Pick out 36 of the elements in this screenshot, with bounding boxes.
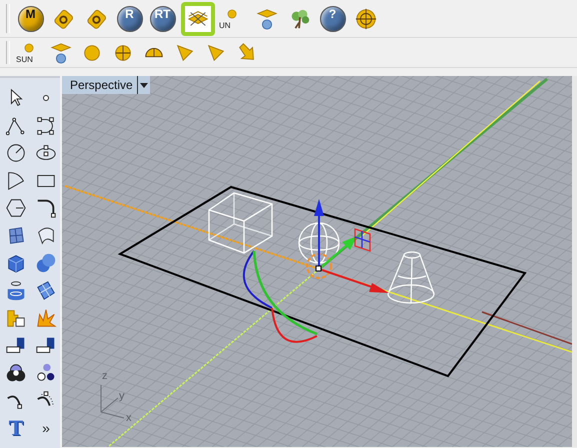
toolbar-button[interactable]: UN [219,4,248,33]
circles-icon [5,362,27,384]
explosion-icon [35,307,57,329]
axis-icon [100,384,124,418]
spheres-icon [35,252,57,274]
box-wireframe [208,192,273,254]
cylinder-icon [5,280,27,302]
tree-icon [288,8,310,30]
toolbar-button[interactable] [181,2,215,36]
sun-icon [22,41,36,55]
axis-label: z [102,370,108,382]
curve-icon [35,114,57,136]
target-icon [354,8,376,30]
axis-label: y [119,390,124,402]
circle-icon [5,142,27,164]
puzzle-icon [5,307,27,329]
arc-icon [5,170,27,192]
polygon-icon [5,197,27,219]
plane-sphere-icon [50,42,72,64]
dots-icon [35,362,57,384]
sphere-wireframe [298,222,340,264]
point-icon [43,95,49,101]
patch-icon [35,280,57,302]
plane-sphere-icon [256,8,278,30]
toolbar-button[interactable]: SUN [16,39,43,66]
more-button[interactable]: » [32,414,60,442]
axis-label: x [126,412,132,424]
dropdown-caret-icon[interactable] [140,82,148,88]
sun-icon [225,7,239,21]
viewport-tab[interactable]: Perspective [62,76,150,94]
grid-plane-handle [354,228,371,252]
cone-wireframe [387,251,435,304]
text-tool-button[interactable]: T [2,414,30,442]
curved-surface-icon [35,224,57,246]
fillet-icon [35,197,57,219]
perspective-viewport[interactable]: Perspective z y x [62,76,577,447]
